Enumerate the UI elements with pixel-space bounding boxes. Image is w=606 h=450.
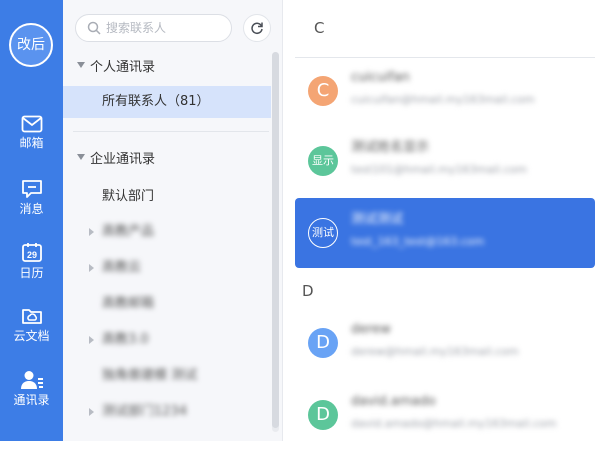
department-item[interactable]: 高教云 xyxy=(63,252,271,284)
refresh-icon xyxy=(251,22,263,35)
caret-right-icon xyxy=(89,228,94,236)
personal-contacts-group[interactable]: 个人通讯录 xyxy=(63,53,283,83)
caret-down-icon xyxy=(77,62,85,68)
avatar: 测试 xyxy=(308,218,338,248)
nav-item-calendar[interactable]: 29 日历 xyxy=(0,242,63,280)
row-label: 测试部门1234 xyxy=(102,404,188,419)
nav-item-messages[interactable]: 消息 xyxy=(0,179,63,216)
row-label: 高教邮箱 xyxy=(102,296,155,311)
contact-email: derew@hmail.my163mail.com xyxy=(351,345,519,358)
caret-right-icon xyxy=(89,336,94,344)
contact-email: test_163_test@163.com xyxy=(351,235,485,248)
contacts-tree-panel: 搜索联系人 个人通讯录 所有联系人（81） 企业通讯录 默认部门 高教产品 高教… xyxy=(63,0,283,441)
calendar-icon: 29 xyxy=(21,243,42,262)
row-label: 所有联系人（81） xyxy=(102,94,210,109)
department-item[interactable]: 默认部门 xyxy=(63,181,271,213)
search-input[interactable]: 搜索联系人 xyxy=(75,14,232,42)
cloud-folder-icon xyxy=(21,309,42,324)
contact-item[interactable]: 显示 测试姓名显示 test101@hmail.my163mail.com xyxy=(295,126,595,196)
enterprise-contacts-group[interactable]: 企业通讯录 xyxy=(63,145,283,175)
avatar: C xyxy=(308,76,338,106)
contacts-icon xyxy=(20,371,43,389)
contact-name: cuicuifan xyxy=(351,70,410,85)
department-item[interactable]: 高教3.0 xyxy=(63,324,271,356)
contact-item[interactable]: D david.amado david.amado@hmail.my163mai… xyxy=(295,380,595,450)
nav-item-label: 日历 xyxy=(19,266,44,280)
group-title: 个人通讯录 xyxy=(90,60,156,75)
caret-right-icon xyxy=(89,408,94,416)
contact-item-selected[interactable]: 测试 测试测试 test_163_test@163.com xyxy=(295,198,595,268)
caret-down-icon xyxy=(77,154,85,160)
nav-item-contacts[interactable]: 通讯录 xyxy=(0,370,63,407)
nav-item-mail[interactable]: 邮箱 xyxy=(0,115,63,150)
department-item[interactable]: 高教邮箱 xyxy=(63,288,271,320)
group-title: 企业通讯录 xyxy=(90,152,156,167)
refresh-button[interactable] xyxy=(243,14,271,42)
divider xyxy=(73,131,269,132)
avatar: D xyxy=(308,400,338,430)
contact-name: 测试姓名显示 xyxy=(351,140,430,155)
caret-right-icon xyxy=(89,264,94,272)
contact-email: cuicuifan@hmail.my163mail.com xyxy=(351,93,535,106)
row-label: 默认部门 xyxy=(102,189,155,204)
contact-item[interactable]: C cuicuifan cuicuifan@hmail.my163mail.co… xyxy=(295,56,595,126)
nav-item-label: 通讯录 xyxy=(13,393,50,407)
section-letter: D xyxy=(302,282,314,300)
row-label: 高教云 xyxy=(102,260,142,275)
svg-text:29: 29 xyxy=(26,250,36,260)
scrollbar-thumb[interactable] xyxy=(272,52,279,428)
contact-list: C C cuicuifan cuicuifan@hmail.my163mail.… xyxy=(283,0,606,441)
row-label: 独角兽建模 测试 xyxy=(102,368,198,383)
contact-item[interactable]: D derew derew@hmail.my163mail.com xyxy=(295,308,595,378)
nav-item-cloud-docs[interactable]: 云文档 xyxy=(0,306,63,343)
section-letter: C xyxy=(314,19,325,37)
avatar: 显示 xyxy=(308,146,338,176)
nav-bar: 改后 邮箱 消息 29 日历 云文档 通讯录 xyxy=(0,0,63,441)
row-label: 高教产品 xyxy=(102,224,155,239)
department-item[interactable]: 高教产品 xyxy=(63,216,271,248)
contact-email: david.amado@hmail.my163mail.com xyxy=(351,417,557,430)
department-item[interactable]: 测试部门1234 xyxy=(63,396,271,428)
message-icon xyxy=(21,180,42,198)
contact-email: test101@hmail.my163mail.com xyxy=(351,163,527,176)
contact-name: david.amado xyxy=(351,394,436,409)
row-label: 高教3.0 xyxy=(102,332,149,347)
scrollbar[interactable] xyxy=(272,52,279,432)
search-placeholder: 搜索联系人 xyxy=(106,21,167,35)
avatar: D xyxy=(308,328,338,358)
all-contacts-item[interactable]: 所有联系人（81） xyxy=(63,86,271,118)
nav-item-label: 邮箱 xyxy=(19,136,44,150)
contact-name: 测试测试 xyxy=(351,212,404,227)
nav-item-label: 云文档 xyxy=(13,329,50,343)
mail-icon xyxy=(21,115,42,133)
search-icon xyxy=(87,21,101,35)
nav-item-label: 消息 xyxy=(19,202,44,216)
department-item[interactable]: 独角兽建模 测试 xyxy=(63,360,271,392)
contact-name: derew xyxy=(351,322,391,337)
user-avatar[interactable]: 改后 xyxy=(9,23,53,67)
